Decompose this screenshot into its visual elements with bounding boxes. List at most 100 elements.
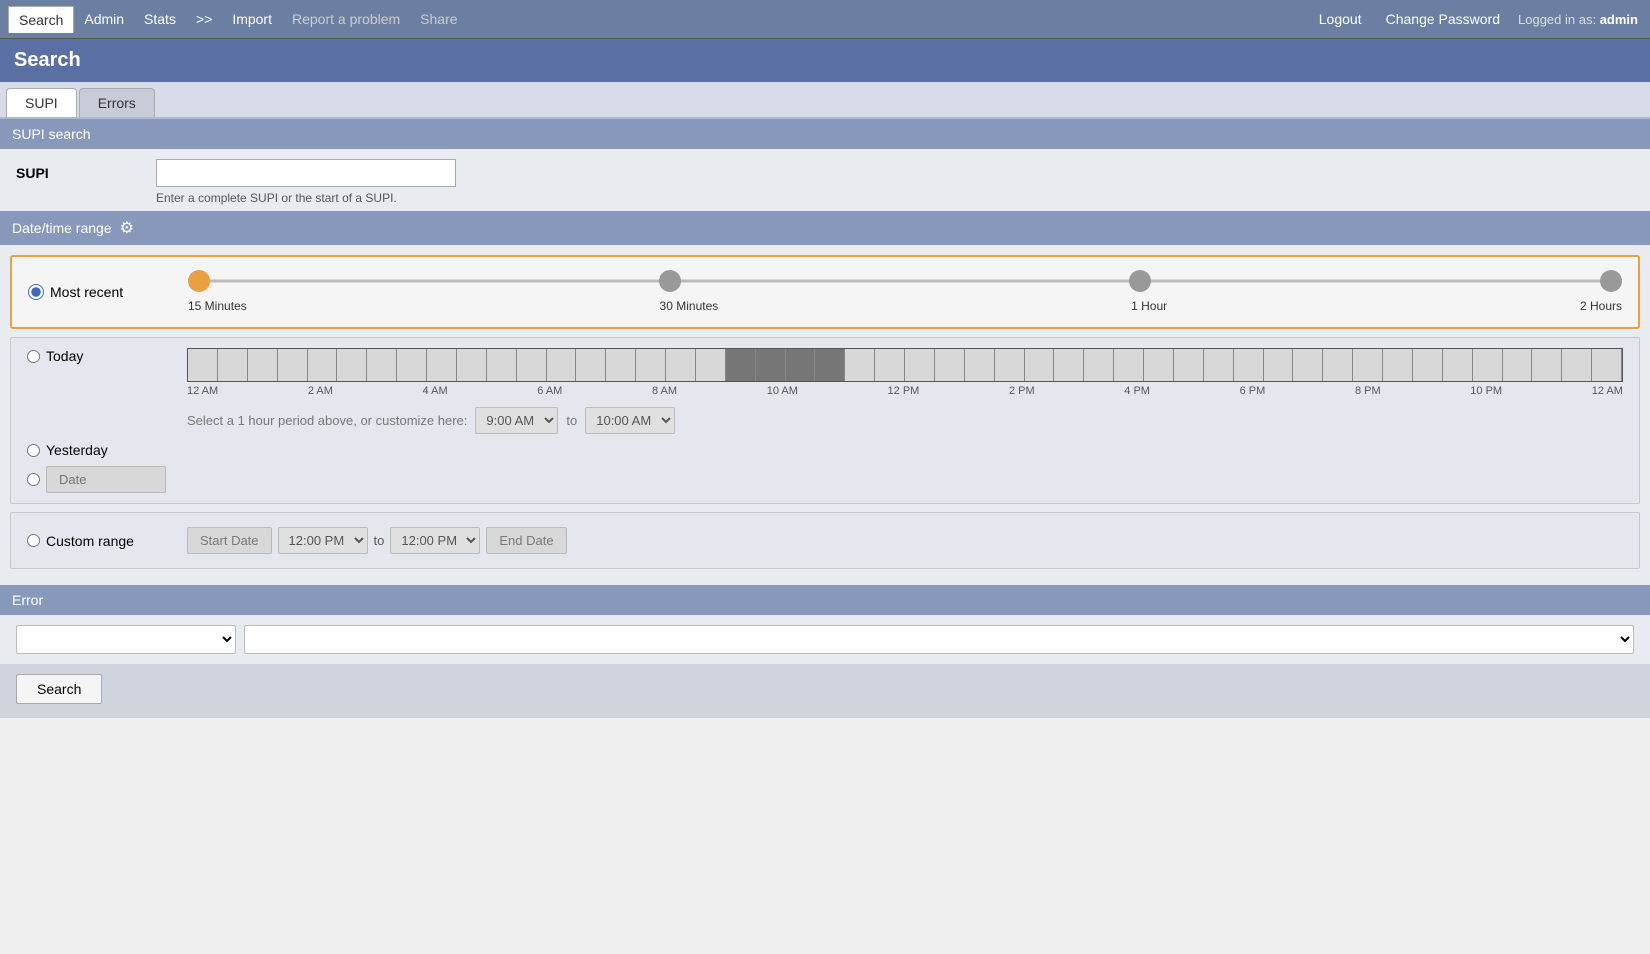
nav-search[interactable]: Search <box>8 6 74 33</box>
nav-report[interactable]: Report a problem <box>282 5 410 33</box>
timeline-cell[interactable] <box>278 349 308 381</box>
timeline-cell[interactable] <box>726 349 756 381</box>
yesterday-radio[interactable] <box>27 444 40 457</box>
timeline-cell[interactable] <box>1443 349 1473 381</box>
start-date-button[interactable]: Start Date <box>187 527 272 554</box>
error-dropdowns <box>0 615 1650 664</box>
timeline-cell[interactable] <box>337 349 367 381</box>
today-radio[interactable] <box>27 350 40 363</box>
timeline-cell[interactable] <box>517 349 547 381</box>
timeline-cell[interactable] <box>1562 349 1592 381</box>
timeline-cell[interactable] <box>995 349 1025 381</box>
timeline-cell[interactable] <box>845 349 875 381</box>
change-password-button[interactable]: Change Password <box>1376 5 1510 33</box>
timeline-cell[interactable] <box>696 349 726 381</box>
supi-search-header: SUPI search <box>0 119 1650 149</box>
timeline-cell[interactable] <box>397 349 427 381</box>
custom-range-radio[interactable] <box>27 534 40 547</box>
timeline-cell[interactable] <box>427 349 457 381</box>
timeline-cell[interactable] <box>547 349 577 381</box>
slider-dot-0[interactable] <box>188 270 210 292</box>
timeline-cell[interactable] <box>367 349 397 381</box>
most-recent-radio-label[interactable]: Most recent <box>28 284 188 300</box>
nav-share[interactable]: Share <box>410 5 467 33</box>
timeline-cell[interactable] <box>965 349 995 381</box>
yesterday-label: Yesterday <box>46 442 108 458</box>
custom-range-radio-label[interactable]: Custom range <box>27 533 187 549</box>
timeline-cell[interactable] <box>1473 349 1503 381</box>
timeline-cell[interactable] <box>1174 349 1204 381</box>
nav-import[interactable]: Import <box>222 5 282 33</box>
today-radio-label[interactable]: Today <box>27 348 187 364</box>
from-time-select[interactable]: 9:00 AM <box>475 407 558 434</box>
timeline-cell[interactable] <box>1025 349 1055 381</box>
tl-10am: 10 AM <box>767 385 798 397</box>
timeline-cell[interactable] <box>636 349 666 381</box>
nav-stats[interactable]: Stats <box>134 5 186 33</box>
timeline-cell[interactable] <box>935 349 965 381</box>
yesterday-option: Yesterday <box>27 442 1623 458</box>
end-date-button[interactable]: End Date <box>486 527 566 554</box>
timeline-cell[interactable] <box>1323 349 1353 381</box>
timeline-cell[interactable] <box>457 349 487 381</box>
timeline-cell[interactable] <box>1084 349 1114 381</box>
timeline-cell[interactable] <box>756 349 786 381</box>
error-dropdown-2[interactable] <box>244 625 1634 654</box>
timeline-cell[interactable] <box>487 349 517 381</box>
tl-4am: 4 AM <box>423 385 448 397</box>
date-input[interactable] <box>46 466 166 493</box>
timeline-cell[interactable] <box>308 349 338 381</box>
tab-supi[interactable]: SUPI <box>6 88 77 117</box>
nav-more[interactable]: >> <box>186 5 222 33</box>
timeline-cell[interactable] <box>606 349 636 381</box>
timeline-cell[interactable] <box>1204 349 1234 381</box>
timeline-cell[interactable] <box>1592 349 1622 381</box>
end-time-select[interactable]: 12:00 PM <box>390 527 480 554</box>
tl-8pm: 8 PM <box>1355 385 1381 397</box>
slider-track <box>188 271 1622 291</box>
supi-row: SUPI Enter a complete SUPI or the start … <box>0 149 1650 211</box>
search-button[interactable]: Search <box>16 674 102 704</box>
time-to-label: to <box>566 413 577 428</box>
slider-dot-2[interactable] <box>1129 270 1151 292</box>
gear-icon[interactable]: ⚙ <box>120 218 134 238</box>
most-recent-radio[interactable] <box>28 284 44 300</box>
yesterday-radio-label[interactable]: Yesterday <box>27 442 187 458</box>
timeline-cell[interactable] <box>815 349 845 381</box>
timeline-cell[interactable] <box>1293 349 1323 381</box>
nav-admin[interactable]: Admin <box>74 5 134 33</box>
supi-search-title: SUPI search <box>12 126 91 142</box>
timeline-cell[interactable] <box>218 349 248 381</box>
tl-6pm: 6 PM <box>1240 385 1266 397</box>
today-content: 12 AM 2 AM 4 AM 6 AM 8 AM 10 AM 12 PM 2 … <box>187 348 1623 434</box>
to-time-select[interactable]: 10:00 AM <box>585 407 675 434</box>
timeline-cell[interactable] <box>875 349 905 381</box>
timeline-cell[interactable] <box>248 349 278 381</box>
timeline-cell[interactable] <box>786 349 816 381</box>
timeline-cell[interactable] <box>1234 349 1264 381</box>
timeline-cell[interactable] <box>1532 349 1562 381</box>
date-radio-label[interactable] <box>27 466 187 493</box>
timeline-cell[interactable] <box>666 349 696 381</box>
timeline-cell[interactable] <box>1353 349 1383 381</box>
timeline-cell[interactable] <box>1144 349 1174 381</box>
timeline-cell[interactable] <box>1503 349 1533 381</box>
timeline-cell[interactable] <box>1413 349 1443 381</box>
timeline-cell[interactable] <box>1054 349 1084 381</box>
timeline-cell[interactable] <box>1264 349 1294 381</box>
error-dropdown-1[interactable] <box>16 625 236 654</box>
main-content: SUPI search SUPI Enter a complete SUPI o… <box>0 119 1650 718</box>
tab-errors[interactable]: Errors <box>79 88 155 117</box>
timeline-cell[interactable] <box>1114 349 1144 381</box>
logout-button[interactable]: Logout <box>1309 5 1372 33</box>
timeline-bar[interactable] <box>187 348 1623 382</box>
timeline-cell[interactable] <box>188 349 218 381</box>
timeline-cell[interactable] <box>905 349 935 381</box>
timeline-cell[interactable] <box>576 349 606 381</box>
start-time-select[interactable]: 12:00 PM <box>278 527 368 554</box>
slider-dot-1[interactable] <box>659 270 681 292</box>
timeline-cell[interactable] <box>1383 349 1413 381</box>
supi-input[interactable] <box>156 159 456 187</box>
slider-dot-3[interactable] <box>1600 270 1622 292</box>
date-radio[interactable] <box>27 473 40 486</box>
